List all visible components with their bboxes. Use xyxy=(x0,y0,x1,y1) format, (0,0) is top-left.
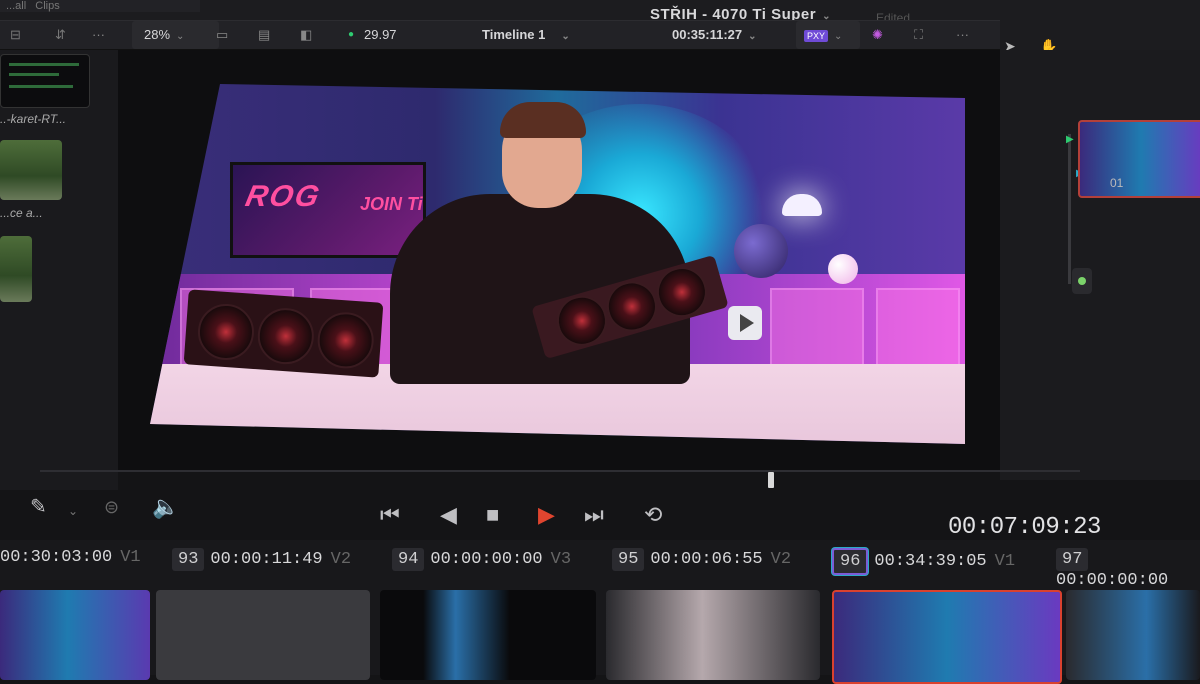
clip-thumbnail-selected[interactable] xyxy=(832,590,1062,684)
skip-to-end-icon[interactable]: ⏭ xyxy=(584,504,604,526)
clip-thumbnail[interactable] xyxy=(380,590,596,680)
clip-track: V1 xyxy=(994,552,1016,571)
proxy-dropdown[interactable]: PXY ⌄ xyxy=(796,21,860,49)
clip-timecode: 00:00:00:00 xyxy=(1056,571,1169,590)
menu-item-clips[interactable]: Clips xyxy=(35,0,59,12)
clip-track: V2 xyxy=(330,550,352,569)
clip-header[interactable]: 95 00:00:06:55 V2 xyxy=(612,548,791,574)
chevron-down-icon: ⌄ xyxy=(561,31,570,42)
fullscreen-icon[interactable]: ⛶ xyxy=(914,21,934,49)
frame-rate: 29.97 xyxy=(364,27,397,42)
clip-timecode: 00:00:00:00 xyxy=(430,550,543,569)
clip-number: 95 xyxy=(612,548,645,571)
node-label: 01 xyxy=(1110,176,1124,190)
globe xyxy=(734,224,788,278)
proxy-badge: PXY xyxy=(804,30,829,42)
layers-icon[interactable]: ⊜ xyxy=(104,496,119,518)
more-icon[interactable]: ··· xyxy=(92,21,120,49)
color-wheel-icon[interactable]: ✺ xyxy=(872,21,892,49)
track-rail xyxy=(1068,134,1071,284)
clip-thumbnail[interactable] xyxy=(1066,590,1200,680)
monitor-sub-text: JOIN Ti xyxy=(360,194,423,214)
decor-ball xyxy=(828,254,858,284)
right-panel xyxy=(1000,50,1200,480)
node-handle[interactable] xyxy=(1072,268,1092,294)
timeline-selector[interactable]: Timeline 1 ⌄ xyxy=(482,21,602,49)
stop-icon[interactable]: ■ xyxy=(486,504,499,526)
clip-timecode: 00:34:39:05 xyxy=(874,552,987,571)
menu-bar: ...all Clips xyxy=(0,0,200,12)
timeline-timecode: 00:35:11:27 xyxy=(672,27,743,42)
clip-thumbnail[interactable] xyxy=(156,590,370,680)
presenter-hair xyxy=(500,102,586,138)
single-viewer-icon[interactable]: ▭ xyxy=(216,21,242,49)
clip-track: V2 xyxy=(770,550,792,569)
clip-track: V1 xyxy=(120,548,141,567)
layout-icon[interactable]: ⊟ xyxy=(10,21,30,49)
clip-number: 93 xyxy=(172,548,205,571)
clip-number: 96 xyxy=(832,548,869,575)
viewer-toolbar: ⊟ ⇵ ··· 28% ⌄ ▭ ▤ ◧ ● 29.97 Timeline 1 ⌄ 0… xyxy=(0,20,1000,50)
video-preview[interactable]: ROG JOIN Ti xyxy=(150,84,965,444)
chevron-down-icon: ⌄ xyxy=(748,31,757,42)
clip-number: 97 xyxy=(1056,548,1089,571)
node-thumbnail[interactable] xyxy=(1078,120,1200,198)
viewer-mode-icon[interactable]: ◧ xyxy=(300,21,326,49)
playback-timecode: 00:07:09:23 xyxy=(948,514,1101,541)
eyedropper-icon[interactable]: ✎ xyxy=(30,496,47,518)
chevron-down-icon[interactable]: ⌄ xyxy=(68,500,78,522)
timeline-name: Timeline 1 xyxy=(482,27,546,42)
dual-viewer-icon[interactable]: ▤ xyxy=(258,21,284,49)
scrubber-track[interactable] xyxy=(40,470,1080,472)
marker-green-icon: ▶ xyxy=(1066,134,1074,145)
clip-thumbnail[interactable] xyxy=(606,590,820,680)
play-icon[interactable]: ▶ xyxy=(538,504,555,526)
clip-thumbnail[interactable] xyxy=(0,590,150,680)
zoom-dropdown[interactable]: 28% ⌄ xyxy=(132,21,219,49)
menu-item-all[interactable]: ...all xyxy=(6,0,26,12)
media-thumbnail[interactable] xyxy=(0,236,32,302)
skip-to-start-icon[interactable]: ⏮ xyxy=(380,504,400,526)
timecode-selector[interactable]: 00:35:11:27 ⌄ xyxy=(672,21,787,49)
loop-icon[interactable]: ⟲ xyxy=(644,504,662,526)
zoom-value: 28% xyxy=(144,27,171,42)
status-dot-icon: ● xyxy=(348,29,355,40)
graphics-card xyxy=(183,289,384,378)
clip-timecode: 00:00:06:55 xyxy=(650,550,763,569)
media-item-name[interactable]: ..-karet-RT... xyxy=(0,112,66,126)
scrubber-playhead[interactable] xyxy=(768,472,774,488)
chevron-down-icon: ⌄ xyxy=(176,31,185,42)
clip-header[interactable]: 94 00:00:00:00 V3 xyxy=(392,548,571,574)
clip-header[interactable]: 93 00:00:11:49 V2 xyxy=(172,548,351,574)
clip-header[interactable]: 00:30:03:00 V1 xyxy=(0,548,141,574)
chevron-down-icon: ⌄ xyxy=(834,31,843,42)
clip-number: 94 xyxy=(392,548,425,571)
media-thumbnail[interactable] xyxy=(0,54,90,108)
clip-timecode: 00:00:11:49 xyxy=(210,550,323,569)
media-thumbnail[interactable] xyxy=(0,140,62,200)
clip-timecode: 00:30:03:00 xyxy=(0,548,113,567)
more-options-icon[interactable]: ··· xyxy=(956,21,982,49)
monitor-logo-text: ROG xyxy=(242,180,324,213)
clip-track: V3 xyxy=(550,550,572,569)
clip-header[interactable]: 9700:00:00:00 xyxy=(1056,548,1200,590)
volume-icon[interactable]: 🔈 xyxy=(152,496,179,518)
play-icon xyxy=(740,314,754,332)
clip-header[interactable]: 96 00:34:39:05 V1 xyxy=(832,548,1016,575)
step-back-icon[interactable]: ◀ xyxy=(440,504,457,526)
filter-icon[interactable]: ⇵ xyxy=(55,21,75,49)
media-item-name[interactable]: ...ce a... xyxy=(0,206,43,220)
